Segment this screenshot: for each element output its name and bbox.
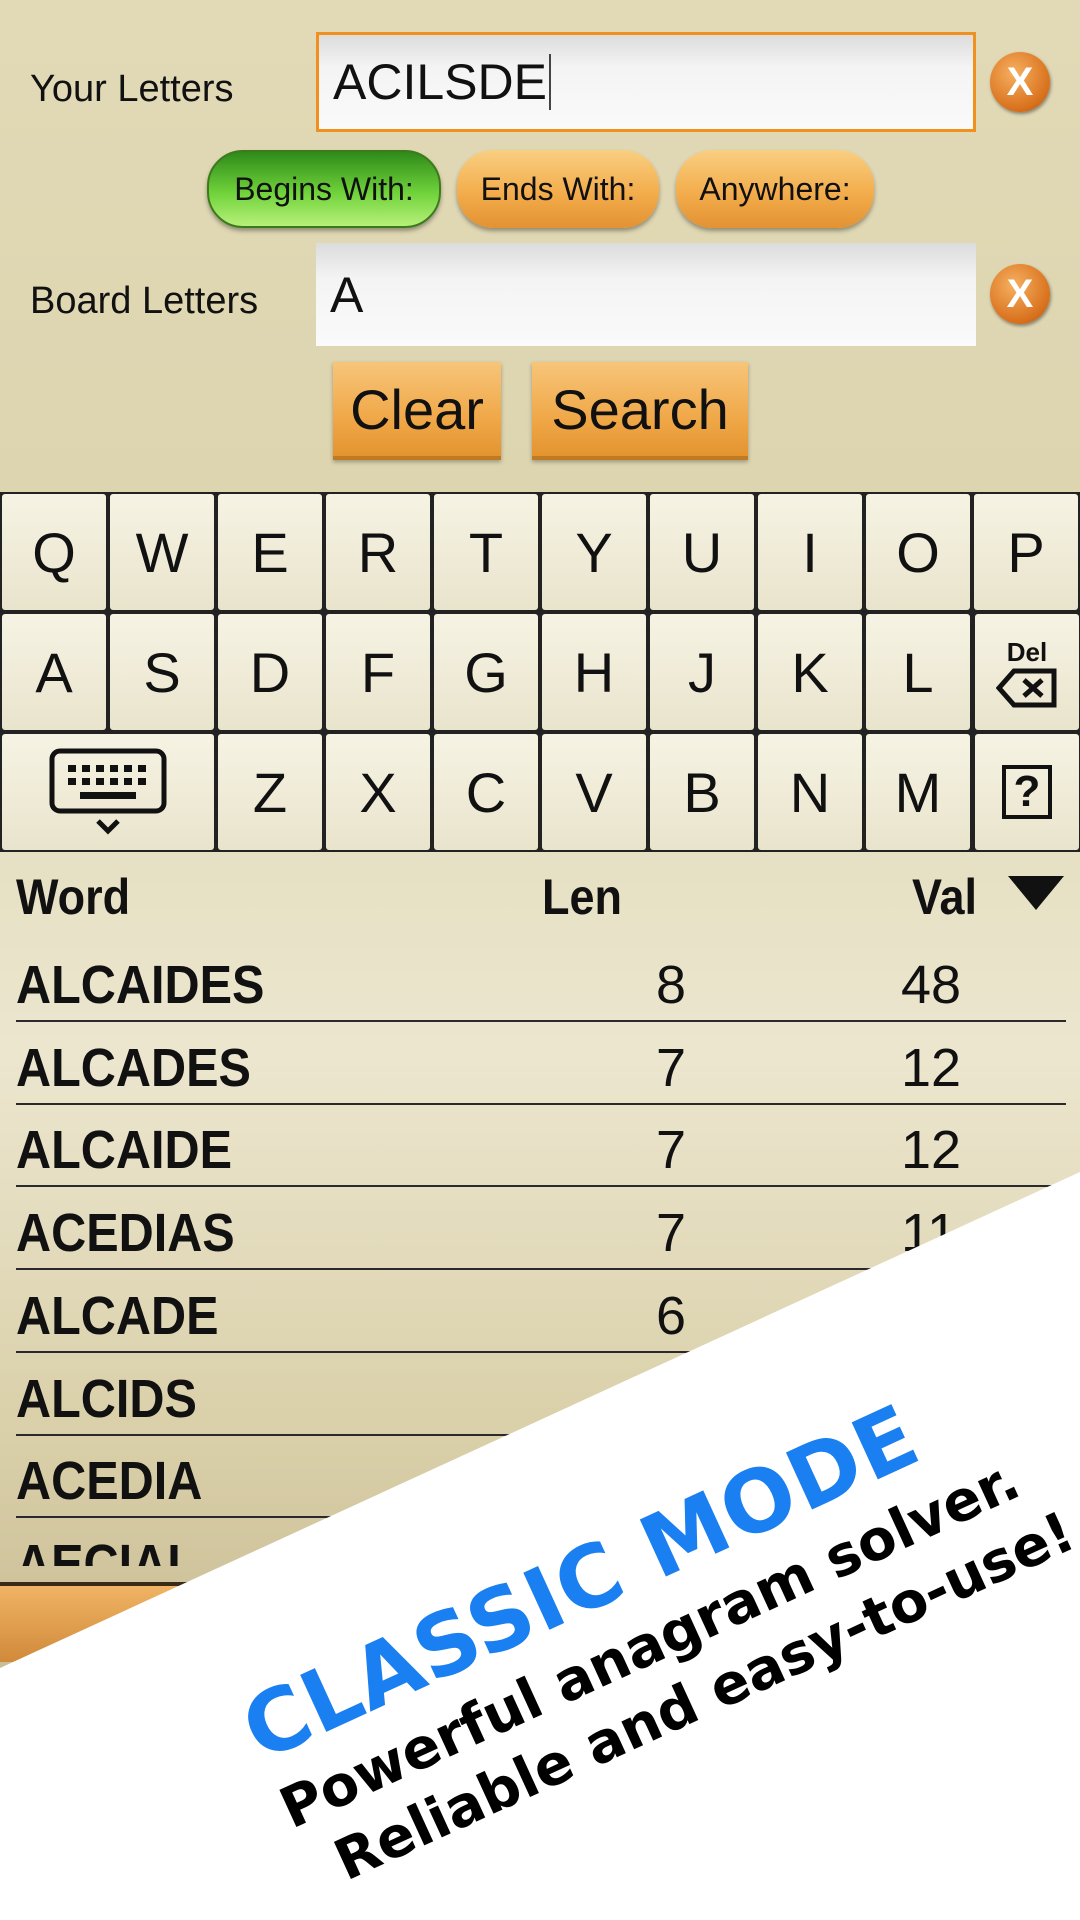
ends-with-toggle[interactable]: Ends With: bbox=[457, 150, 659, 228]
backspace-icon bbox=[996, 668, 1057, 707]
word-cell: ALCAIDE bbox=[16, 1120, 232, 1181]
word-cell: ALCADE bbox=[16, 1285, 219, 1346]
key-r[interactable]: R bbox=[326, 494, 430, 610]
word-cell: ALCADES bbox=[16, 1037, 251, 1098]
key-e[interactable]: E bbox=[218, 494, 322, 610]
keyboard-hide-icon bbox=[49, 748, 167, 835]
word-cell: ALCAIDES bbox=[16, 955, 265, 1015]
close-icon: X bbox=[1006, 59, 1034, 104]
search-button[interactable]: Search bbox=[532, 362, 748, 460]
sort-descending-icon[interactable] bbox=[1008, 876, 1064, 912]
len-cell: 7 bbox=[656, 1037, 687, 1098]
table-row[interactable]: ALCAIDE 7 12 bbox=[16, 1105, 1066, 1188]
column-header-val[interactable]: Val bbox=[912, 868, 977, 926]
key-d[interactable]: D bbox=[218, 614, 322, 730]
clear-board-letters-button[interactable]: X bbox=[990, 264, 1050, 324]
key-u[interactable]: U bbox=[650, 494, 754, 610]
board-letters-label: Board Letters bbox=[30, 280, 259, 322]
column-header-word[interactable]: Word bbox=[16, 868, 130, 926]
key-q[interactable]: Q bbox=[2, 494, 106, 610]
word-cell: AECIAL bbox=[16, 1533, 197, 1566]
key-a[interactable]: A bbox=[2, 614, 106, 730]
table-row[interactable]: ALCAIDES 8 48 bbox=[16, 940, 1066, 1022]
board-letters-input[interactable]: A bbox=[316, 243, 976, 346]
key-l[interactable]: L bbox=[866, 614, 970, 730]
del-label: Del bbox=[1006, 636, 1048, 667]
key-b[interactable]: B bbox=[650, 734, 754, 850]
key-i[interactable]: I bbox=[758, 494, 862, 610]
close-icon: X bbox=[1006, 271, 1034, 316]
word-cell: ACEDIAS bbox=[16, 1203, 235, 1264]
key-p[interactable]: P bbox=[974, 494, 1078, 610]
board-letters-value: A bbox=[330, 266, 364, 323]
word-cell: ALCIDS bbox=[16, 1368, 197, 1429]
val-cell: 12 bbox=[901, 1120, 962, 1181]
clear-button[interactable]: Clear bbox=[333, 362, 501, 460]
your-letters-label: Your Letters bbox=[30, 68, 234, 110]
word-cell: ACEDIA bbox=[16, 1451, 203, 1512]
your-letters-input[interactable]: ACILSDE bbox=[316, 32, 976, 132]
clear-your-letters-button[interactable]: X bbox=[990, 52, 1050, 112]
key-s[interactable]: S bbox=[110, 614, 214, 730]
key-x[interactable]: X bbox=[326, 734, 430, 850]
column-header-len[interactable]: Len bbox=[542, 868, 622, 926]
val-cell: 48 bbox=[901, 955, 962, 1015]
len-cell: 8 bbox=[656, 955, 687, 1015]
len-cell: 7 bbox=[656, 1203, 687, 1264]
key-n[interactable]: N bbox=[758, 734, 862, 850]
help-key[interactable]: ? bbox=[975, 734, 1079, 850]
key-k[interactable]: K bbox=[758, 614, 862, 730]
hide-keyboard-key[interactable] bbox=[2, 734, 214, 850]
key-m[interactable]: M bbox=[866, 734, 970, 850]
val-cell: 12 bbox=[901, 1037, 962, 1098]
key-t[interactable]: T bbox=[434, 494, 538, 610]
len-cell: 6 bbox=[656, 1285, 687, 1346]
key-g[interactable]: G bbox=[434, 614, 538, 730]
key-j[interactable]: J bbox=[650, 614, 754, 730]
your-letters-value: ACILSDE bbox=[333, 54, 547, 110]
len-cell: 7 bbox=[656, 1120, 687, 1181]
key-v[interactable]: V bbox=[542, 734, 646, 850]
begins-with-toggle[interactable]: Begins With: bbox=[207, 150, 441, 228]
key-w[interactable]: W bbox=[110, 494, 214, 610]
table-row[interactable]: ALCADES 7 12 bbox=[16, 1023, 1066, 1105]
key-c[interactable]: C bbox=[434, 734, 538, 850]
text-caret bbox=[548, 54, 551, 110]
key-y[interactable]: Y bbox=[542, 494, 646, 610]
help-icon: ? bbox=[1002, 765, 1052, 819]
delete-key[interactable]: Del bbox=[975, 614, 1079, 730]
key-h[interactable]: H bbox=[542, 614, 646, 730]
anywhere-toggle[interactable]: Anywhere: bbox=[676, 150, 874, 228]
key-o[interactable]: O bbox=[866, 494, 970, 610]
key-f[interactable]: F bbox=[326, 614, 430, 730]
key-z[interactable]: Z bbox=[218, 734, 322, 850]
letter-keyboard: QWERTYUIOP ASDFGHJKL ZXCVBNM Del ? bbox=[0, 492, 1080, 852]
